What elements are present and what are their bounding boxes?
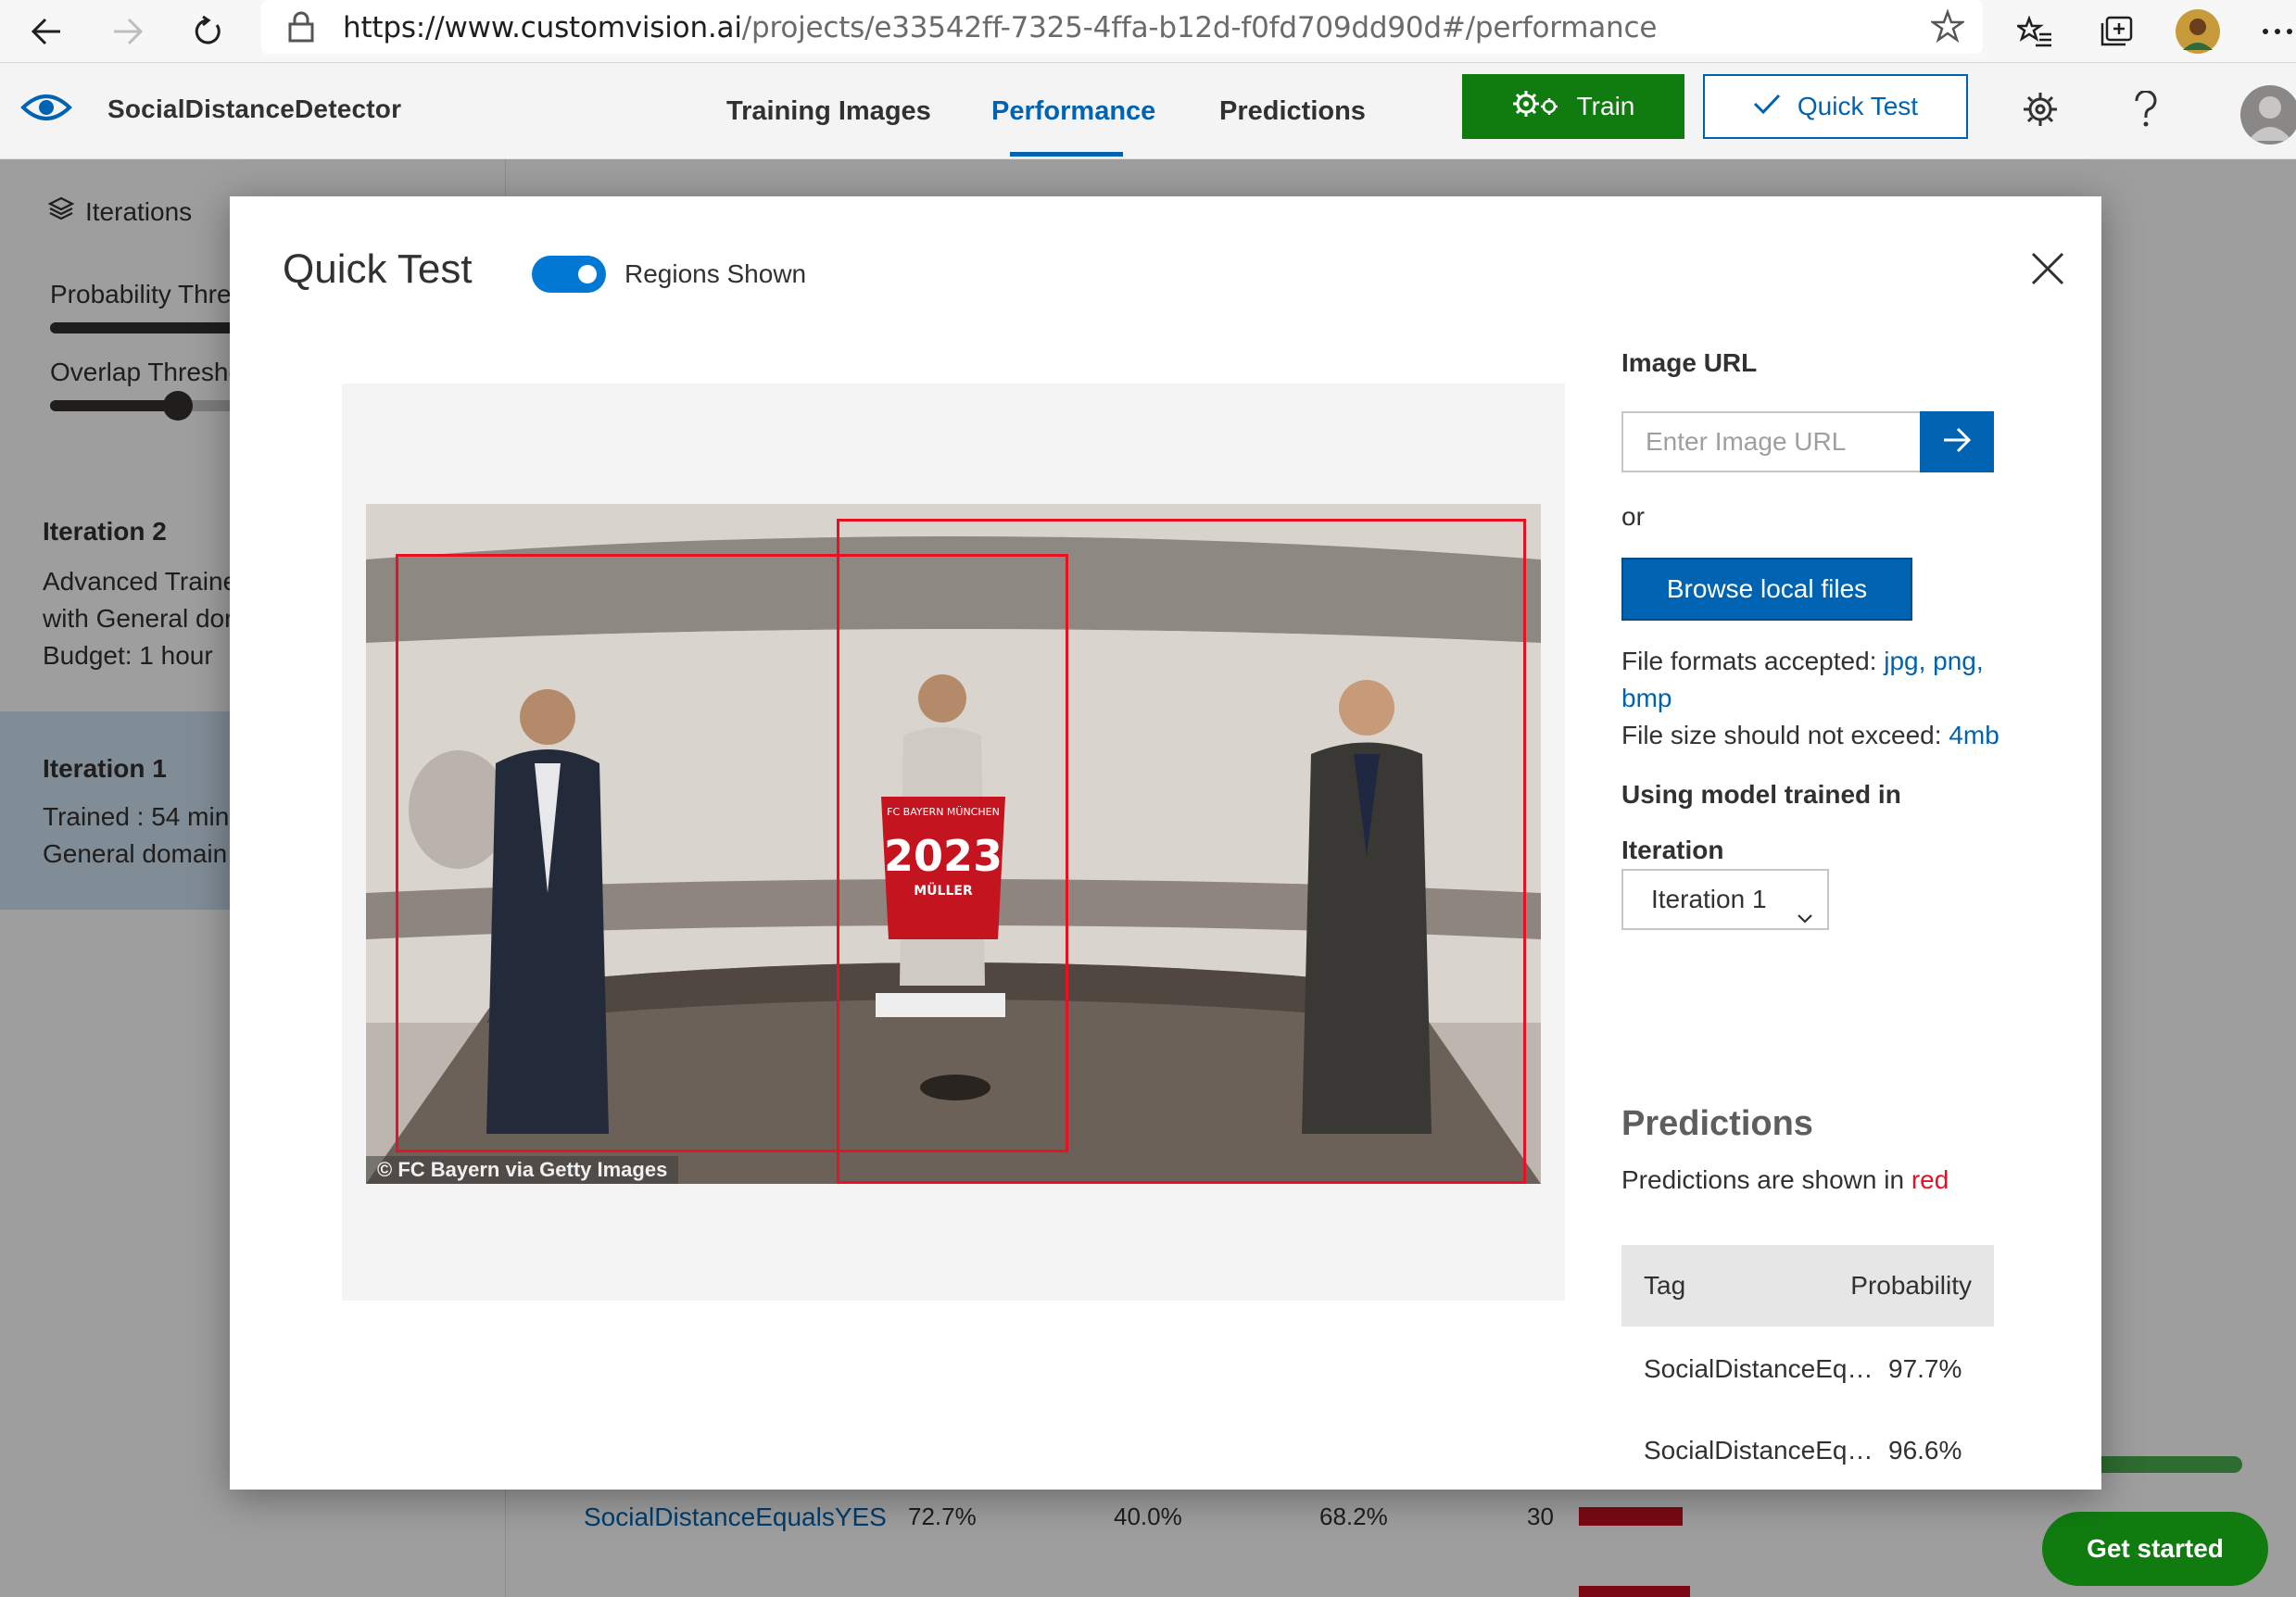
table-row[interactable]: SocialDistanceEqua... 97.7% bbox=[1621, 1327, 1994, 1408]
file-formats-prefix: File formats accepted: bbox=[1621, 647, 1885, 675]
help-question-icon[interactable] bbox=[2122, 85, 2170, 133]
predictions-title: Predictions bbox=[1621, 1104, 1813, 1143]
get-started-button[interactable]: Get started bbox=[2042, 1512, 2268, 1586]
profile-avatar[interactable] bbox=[2174, 7, 2222, 56]
star-icon[interactable] bbox=[1929, 8, 1966, 47]
lock-icon bbox=[287, 11, 315, 47]
file-size-prefix: File size should not exceed: bbox=[1621, 721, 1949, 749]
project-name: SocialDistanceDetector bbox=[107, 94, 402, 123]
url-text: https://www.customvision.ai/projects/e33… bbox=[343, 11, 1658, 44]
tag-column-header: Tag bbox=[1644, 1271, 1686, 1300]
file-formats-text: File formats accepted: jpg, png, bbox=[1621, 647, 1984, 676]
prediction-probability: 96.6% bbox=[1888, 1436, 1962, 1465]
user-avatar[interactable] bbox=[2240, 85, 2296, 145]
quick-test-label: Quick Test bbox=[1797, 92, 1919, 120]
file-formats-list-cont: bmp bbox=[1621, 684, 1672, 712]
address-bar[interactable]: https://www.customvision.ai/projects/e33… bbox=[261, 0, 1983, 54]
tab-predictions[interactable]: Predictions bbox=[1219, 96, 1366, 127]
test-image: FC BAYERN MÜNCHEN 2023 MÜLLER © FC Bayer… bbox=[366, 504, 1541, 1184]
refresh-icon[interactable] bbox=[183, 7, 232, 56]
model-label: Using model trained in bbox=[1621, 780, 1901, 809]
eye-logo-icon[interactable] bbox=[20, 89, 72, 126]
regions-toggle-label: Regions Shown bbox=[624, 259, 807, 288]
app-header: SocialDistanceDetector Training Images P… bbox=[0, 63, 2296, 159]
file-size-text: File size should not exceed: 4mb bbox=[1621, 721, 2000, 750]
tab-training-images[interactable]: Training Images bbox=[726, 96, 931, 127]
chevron-down-icon bbox=[1796, 891, 1814, 924]
probability-column-header: Probability bbox=[1850, 1271, 1972, 1300]
close-icon[interactable] bbox=[2025, 246, 2070, 291]
prediction-probability: 97.7% bbox=[1888, 1354, 1962, 1383]
file-formats-list: jpg, png, bbox=[1884, 647, 1984, 675]
favorites-icon[interactable] bbox=[2011, 7, 2059, 56]
file-size-value: 4mb bbox=[1949, 721, 2000, 749]
settings-gear-icon[interactable] bbox=[2016, 85, 2064, 133]
table-row[interactable]: SocialDistanceEqua... 96.6% bbox=[1621, 1408, 1994, 1490]
more-icon[interactable] bbox=[2253, 7, 2296, 56]
regions-toggle[interactable] bbox=[532, 256, 606, 293]
image-url-input[interactable]: Enter Image URL bbox=[1621, 411, 1922, 472]
iteration-selected-value: Iteration 1 bbox=[1651, 885, 1767, 913]
collections-icon[interactable] bbox=[2092, 7, 2140, 56]
image-url-label: Image URL bbox=[1621, 348, 1758, 377]
prediction-tag: SocialDistanceEqua... bbox=[1644, 1354, 1885, 1383]
dialog-title: Quick Test bbox=[283, 246, 473, 292]
active-tab-indicator bbox=[1010, 152, 1123, 157]
forward-arrow-icon[interactable] bbox=[104, 7, 152, 56]
tab-performance[interactable]: Performance bbox=[991, 96, 1155, 127]
predictions-note: Predictions are shown in red bbox=[1621, 1165, 1949, 1195]
iteration-label: Iteration bbox=[1621, 836, 1724, 864]
predictions-table: Tag Probability SocialDistanceEqua... 97… bbox=[1621, 1245, 1994, 1490]
predictions-note-prefix: Predictions are shown in bbox=[1621, 1165, 1911, 1194]
checkmark-icon bbox=[1753, 92, 1781, 121]
arrow-right-icon bbox=[1942, 427, 1972, 458]
photo-credit: © FC Bayern via Getty Images bbox=[366, 1156, 679, 1184]
gears-icon bbox=[1512, 88, 1560, 126]
predictions-note-color: red bbox=[1911, 1165, 1949, 1194]
back-arrow-icon[interactable] bbox=[22, 7, 70, 56]
table-header: Tag Probability bbox=[1621, 1245, 1994, 1327]
browse-local-files-button[interactable]: Browse local files bbox=[1621, 558, 1912, 621]
quick-test-button[interactable]: Quick Test bbox=[1703, 74, 1968, 139]
browser-toolbar: https://www.customvision.ai/projects/e33… bbox=[0, 0, 2296, 63]
quick-test-dialog: Quick Test Regions Shown FC BAYERN MÜNCH… bbox=[230, 196, 2101, 1490]
or-label: or bbox=[1621, 502, 1645, 531]
submit-url-button[interactable] bbox=[1920, 411, 1994, 472]
iteration-select[interactable]: Iteration 1 bbox=[1621, 869, 1829, 930]
train-label: Train bbox=[1576, 92, 1635, 120]
prediction-tag: SocialDistanceEqua... bbox=[1644, 1436, 1885, 1465]
image-preview-panel: FC BAYERN MÜNCHEN 2023 MÜLLER © FC Bayer… bbox=[342, 384, 1565, 1301]
train-button[interactable]: Train bbox=[1462, 74, 1684, 139]
prediction-region-box bbox=[837, 519, 1526, 1184]
